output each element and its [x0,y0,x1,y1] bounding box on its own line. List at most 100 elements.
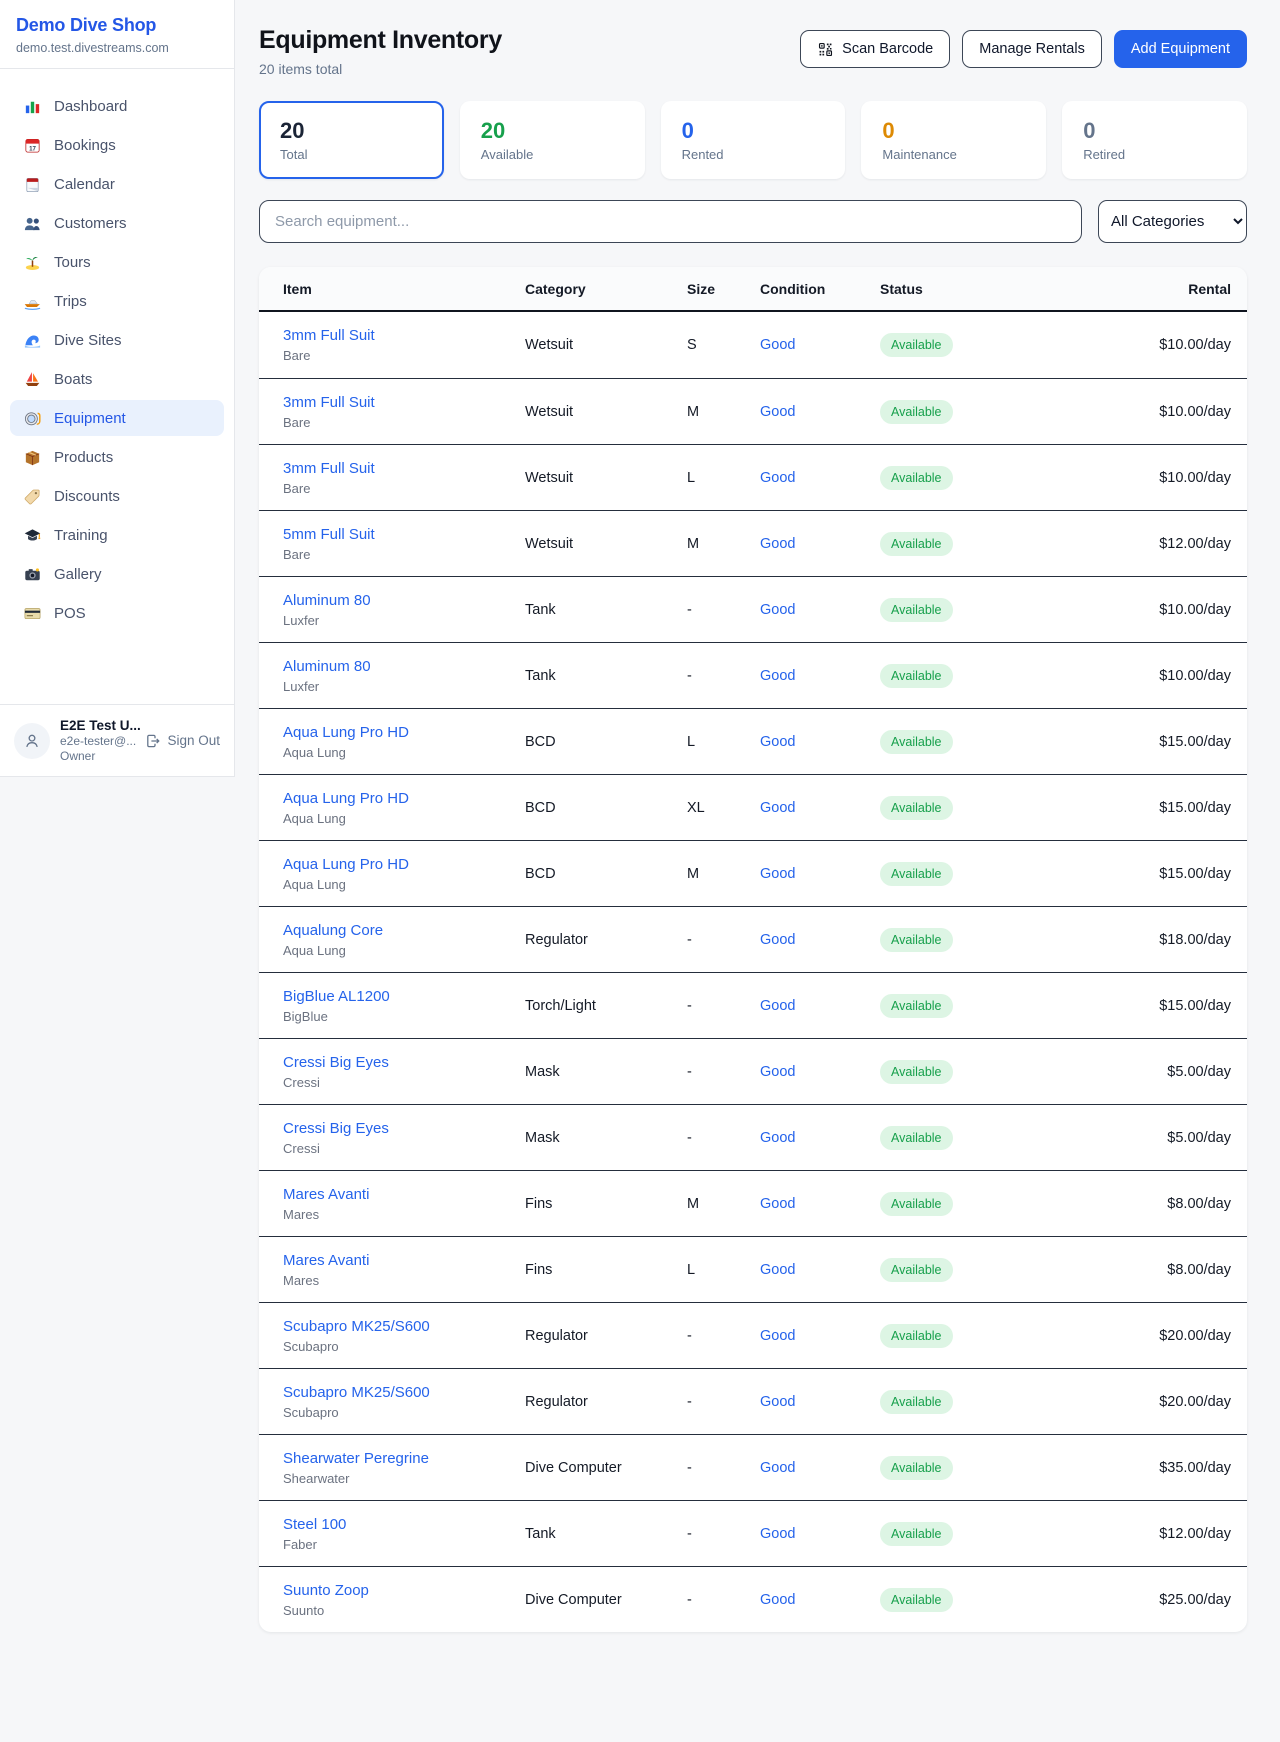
item-link[interactable]: Mares Avanti [283,1252,369,1269]
item-link[interactable]: Steel 100 [283,1516,346,1533]
item-link[interactable]: Shearwater Peregrine [283,1450,429,1467]
item-link[interactable]: Aqua Lung Pro HD [283,856,409,873]
stat-card-total[interactable]: 20 Total [259,101,444,179]
item-link[interactable]: Aluminum 80 [283,592,371,609]
scan-barcode-button[interactable]: Scan Barcode [800,30,950,68]
item-link[interactable]: Aqualung Core [283,922,383,939]
sidebar-item-equipment[interactable]: Equipment [10,400,224,436]
column-header-rental: Rental [1071,281,1231,297]
item-size: - [687,1460,760,1476]
condition-link[interactable]: Good [760,734,880,750]
item-link[interactable]: 3mm Full Suit [283,394,375,411]
item-size: L [687,734,760,750]
item-link[interactable]: 5mm Full Suit [283,526,375,543]
condition-link[interactable]: Good [760,1394,880,1410]
search-input[interactable] [259,200,1082,243]
island-icon [22,252,42,272]
sidebar-item-training[interactable]: Training [10,517,224,553]
item-size: L [687,470,760,486]
condition-link[interactable]: Good [760,1196,880,1212]
item-cell: Aluminum 80 Luxfer [283,592,525,628]
condition-link[interactable]: Good [760,1460,880,1476]
condition-link[interactable]: Good [760,602,880,618]
item-brand: Bare [283,415,525,430]
item-brand: Luxfer [283,613,525,628]
status-cell: Available [880,466,1071,490]
item-size: S [687,337,760,353]
item-link[interactable]: Scubapro MK25/S600 [283,1384,430,1401]
sidebar-item-calendar[interactable]: Calendar [10,166,224,202]
stat-card-retired[interactable]: 0 Retired [1062,101,1247,179]
stat-card-maintenance[interactable]: 0 Maintenance [861,101,1046,179]
condition-link[interactable]: Good [760,998,880,1014]
item-link[interactable]: Aqua Lung Pro HD [283,724,409,741]
item-category: BCD [525,800,687,816]
item-link[interactable]: Suunto Zoop [283,1582,369,1599]
sidebar-item-bookings[interactable]: 17 Bookings [10,127,224,163]
item-link[interactable]: Cressi Big Eyes [283,1120,389,1137]
item-brand: Mares [283,1207,525,1222]
sidebar-item-dashboard[interactable]: Dashboard [10,88,224,124]
status-cell: Available [880,598,1071,622]
item-rental: $10.00/day [1071,404,1231,420]
condition-link[interactable]: Good [760,536,880,552]
item-cell: Shearwater Peregrine Shearwater [283,1450,525,1486]
item-link[interactable]: Scubapro MK25/S600 [283,1318,430,1335]
item-brand: Shearwater [283,1471,525,1486]
item-cell: Cressi Big Eyes Cressi [283,1120,525,1156]
main-content: Equipment Inventory 20 items total Scan … [235,0,1280,1662]
sidebar-item-boats[interactable]: Boats [10,361,224,397]
item-link[interactable]: 3mm Full Suit [283,460,375,477]
stat-card-available[interactable]: 20 Available [460,101,645,179]
condition-link[interactable]: Good [760,1130,880,1146]
item-link[interactable]: 3mm Full Suit [283,327,375,344]
condition-link[interactable]: Good [760,668,880,684]
item-link[interactable]: BigBlue AL1200 [283,988,390,1005]
manage-rentals-button[interactable]: Manage Rentals [962,30,1102,68]
item-rental: $5.00/day [1071,1064,1231,1080]
status-cell: Available [880,928,1071,952]
condition-link[interactable]: Good [760,932,880,948]
condition-link[interactable]: Good [760,404,880,420]
item-category: Wetsuit [525,337,687,353]
stat-card-rented[interactable]: 0 Rented [661,101,846,179]
sign-out-button[interactable]: Sign Out [145,733,220,749]
sidebar-item-dive-sites[interactable]: Dive Sites [10,322,224,358]
condition-link[interactable]: Good [760,470,880,486]
sidebar-item-products[interactable]: Products [10,439,224,475]
person-icon [22,731,42,751]
item-rental: $20.00/day [1071,1328,1231,1344]
condition-link[interactable]: Good [760,1328,880,1344]
item-brand: Bare [283,481,525,496]
page-title: Equipment Inventory [259,26,502,55]
item-link[interactable]: Mares Avanti [283,1186,369,1203]
item-cell: Aqua Lung Pro HD Aqua Lung [283,856,525,892]
condition-link[interactable]: Good [760,1526,880,1542]
sidebar-item-customers[interactable]: Customers [10,205,224,241]
status-cell: Available [880,1588,1071,1612]
condition-link[interactable]: Good [760,1592,880,1608]
sidebar-item-trips[interactable]: Trips [10,283,224,319]
sidebar-item-discounts[interactable]: Discounts [10,478,224,514]
status-badge: Available [880,1192,953,1216]
column-header-item: Item [283,281,525,297]
condition-link[interactable]: Good [760,866,880,882]
stat-value: 20 [481,118,624,144]
item-link[interactable]: Aqua Lung Pro HD [283,790,409,807]
category-select[interactable]: All Categories [1098,200,1247,243]
condition-link[interactable]: Good [760,1262,880,1278]
condition-link[interactable]: Good [760,1064,880,1080]
item-brand: BigBlue [283,1009,525,1024]
condition-link[interactable]: Good [760,337,880,353]
status-badge: Available [880,730,953,754]
sidebar-item-gallery[interactable]: Gallery [10,556,224,592]
item-category: BCD [525,866,687,882]
item-link[interactable]: Cressi Big Eyes [283,1054,389,1071]
condition-link[interactable]: Good [760,800,880,816]
stat-label: Retired [1083,147,1226,162]
status-badge: Available [880,1324,953,1348]
add-equipment-button[interactable]: Add Equipment [1114,30,1247,68]
sidebar-item-pos[interactable]: POS [10,595,224,631]
item-link[interactable]: Aluminum 80 [283,658,371,675]
sidebar-item-tours[interactable]: Tours [10,244,224,280]
